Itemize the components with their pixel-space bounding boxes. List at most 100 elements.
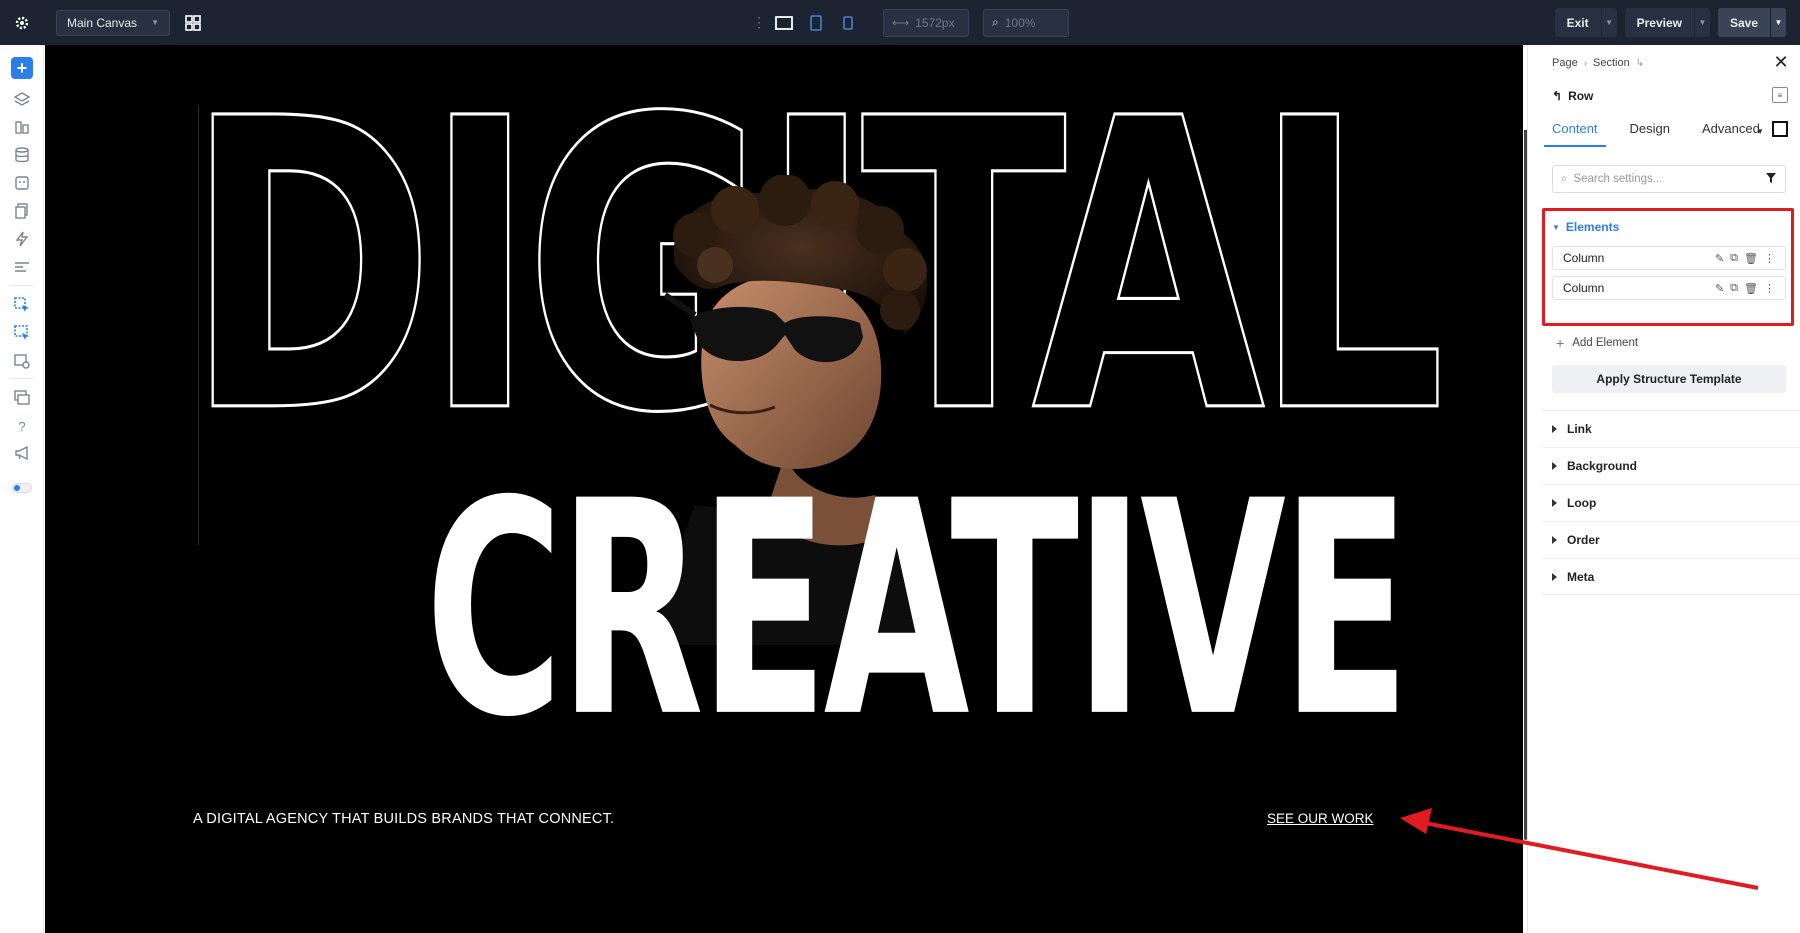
- canvas-select-label: Main Canvas: [67, 15, 138, 30]
- database-icon[interactable]: [11, 144, 33, 166]
- section-label: Background: [1567, 459, 1638, 473]
- zoom-field[interactable]: ⌕ 100%: [983, 8, 1069, 37]
- zoom-icon: ⌕: [992, 15, 999, 29]
- duplicate-icon[interactable]: ⧉: [1730, 282, 1738, 295]
- settings-toggle-icon[interactable]: ≡: [1772, 87, 1788, 103]
- select-element-icon[interactable]: [11, 294, 33, 316]
- menu-icon[interactable]: [11, 256, 33, 278]
- add-element-button[interactable]: + Add Element: [1556, 335, 1638, 351]
- plus-icon: +: [1556, 335, 1565, 351]
- preview-label: Preview: [1636, 15, 1682, 30]
- gear-icon[interactable]: [0, 0, 44, 45]
- help-icon[interactable]: ?: [11, 415, 33, 437]
- list-item[interactable]: Column ✎ ⧉ 🗑 ⋮: [1552, 246, 1786, 270]
- breadcrumb: Page › Section ↳: [1552, 57, 1644, 69]
- grid-view-icon[interactable]: [182, 12, 204, 34]
- tab-design[interactable]: Design: [1622, 121, 1678, 145]
- headline-creative[interactable]: CREATIVE: [425, 462, 1410, 757]
- column-label: Column: [1563, 251, 1605, 265]
- caret-right-icon: [1552, 536, 1557, 544]
- chevron-down-icon[interactable]: ▼: [1693, 8, 1710, 37]
- tab-content[interactable]: Content: [1544, 121, 1606, 147]
- more-icon[interactable]: ⋮: [1764, 282, 1775, 295]
- windows-icon[interactable]: [11, 387, 33, 409]
- section-label: Order: [1567, 533, 1600, 547]
- left-sidebar: + ?: [0, 45, 44, 933]
- section-label: Link: [1567, 422, 1592, 436]
- divider: [10, 285, 34, 286]
- panel-tabs: Content Design Advanced ▼: [1544, 121, 1788, 151]
- select-multiple-icon[interactable]: [11, 322, 33, 344]
- mobile-icon[interactable]: [837, 12, 859, 34]
- column-label: Column: [1563, 281, 1605, 295]
- save-button[interactable]: Save ▼: [1717, 8, 1786, 37]
- edit-icon[interactable]: ✎: [1715, 252, 1724, 265]
- chevron-down-icon[interactable]: ▼: [1770, 8, 1786, 37]
- caret-right-icon: [1552, 425, 1557, 433]
- settings-panel: Page › Section ↳ ✕ ↰ Row ≡ Content Design…: [1527, 45, 1800, 933]
- zoom-value: 100%: [1004, 15, 1036, 30]
- desktop-icon[interactable]: [773, 12, 795, 34]
- width-icon: ⟷: [892, 15, 910, 30]
- close-icon[interactable]: ✕: [1772, 53, 1790, 71]
- search-icon: ⌕: [1561, 172, 1568, 185]
- edit-icon[interactable]: ✎: [1715, 282, 1724, 295]
- layers-icon[interactable]: [11, 88, 33, 110]
- add-icon[interactable]: +: [11, 57, 33, 79]
- filter-icon[interactable]: [1765, 172, 1777, 187]
- caret-right-icon: [1552, 572, 1557, 581]
- section-loop[interactable]: Loop: [1542, 484, 1800, 521]
- section-link[interactable]: Link: [1542, 410, 1800, 447]
- element-title-text: Row: [1568, 89, 1594, 103]
- trash-icon[interactable]: 🗑: [1744, 252, 1758, 265]
- pages-icon[interactable]: [11, 200, 33, 222]
- breadcrumb-page[interactable]: Page: [1552, 57, 1578, 69]
- list-item[interactable]: Column ✎ ⧉ 🗑 ⋮: [1552, 276, 1786, 300]
- back-arrow-icon[interactable]: ↰: [1552, 89, 1562, 103]
- element-title: ↰ Row: [1552, 89, 1593, 103]
- elements-heading-text: Elements: [1565, 220, 1620, 234]
- divider: [10, 378, 34, 379]
- drag-handle-icon[interactable]: ⋮: [752, 12, 766, 34]
- tagline-text[interactable]: A DIGITAL AGENCY THAT BUILDS BRANDS THAT…: [193, 811, 614, 827]
- top-toolbar: Main Canvas ▼ ⋮ ⟷ 1572px ⌕ 100% Exit ▼ P…: [0, 0, 1800, 45]
- return-arrow-icon: ↳: [1635, 57, 1645, 69]
- section-background[interactable]: Background: [1542, 447, 1800, 484]
- chevron-down-icon: ▼: [151, 18, 159, 27]
- breadcrumb-section[interactable]: Section: [1593, 57, 1630, 69]
- chevron-down-icon: ▼: [1552, 222, 1560, 232]
- canvas-width-field[interactable]: ⟷ 1572px: [883, 8, 969, 37]
- exit-label: Exit: [1566, 15, 1589, 30]
- section-label: Loop: [1567, 496, 1597, 510]
- template-settings-icon[interactable]: [11, 350, 33, 372]
- section-order[interactable]: Order: [1542, 521, 1800, 558]
- more-icon[interactable]: ⋮: [1764, 252, 1775, 265]
- megaphone-icon[interactable]: [11, 442, 33, 464]
- trash-icon[interactable]: 🗑: [1744, 282, 1758, 295]
- search-settings-input[interactable]: ⌕ Search settings...: [1552, 165, 1786, 193]
- duplicate-icon[interactable]: ⧉: [1730, 252, 1738, 265]
- lightning-icon[interactable]: [11, 228, 33, 250]
- theme-toggle-icon[interactable]: [11, 477, 33, 499]
- save-label: Save: [1729, 15, 1758, 30]
- library-icon[interactable]: [11, 116, 33, 138]
- device-tools: ⋮ ⟷ 1572px ⌕ 100%: [752, 8, 1069, 37]
- canvas-stage[interactable]: DIGITAL CREATIVE A DIGITAL AGENCY THAT B…: [45, 45, 1523, 933]
- action-buttons: Exit ▼ Preview ▼ Save ▼: [1554, 8, 1786, 37]
- search-placeholder: Search settings...: [1573, 173, 1663, 185]
- section-meta[interactable]: Meta: [1542, 558, 1800, 595]
- apply-structure-template-button[interactable]: Apply Structure Template: [1552, 365, 1786, 393]
- elements-heading[interactable]: ▼ Elements: [1552, 220, 1619, 234]
- see-our-work-link[interactable]: SEE OUR WORK: [1267, 811, 1374, 826]
- canvas-select[interactable]: Main Canvas ▼: [56, 9, 170, 36]
- state-box-icon[interactable]: [1772, 121, 1788, 142]
- caret-right-icon: [1552, 499, 1557, 507]
- chevron-right-icon: ›: [1583, 57, 1588, 69]
- caret-right-icon: [1552, 462, 1557, 470]
- exit-button[interactable]: Exit ▼: [1554, 8, 1617, 37]
- preview-button[interactable]: Preview ▼: [1624, 8, 1710, 37]
- components-icon[interactable]: [11, 172, 33, 194]
- chevron-down-icon[interactable]: ▼: [1756, 127, 1764, 136]
- chevron-down-icon[interactable]: ▼: [1600, 8, 1617, 37]
- tablet-icon[interactable]: [805, 12, 827, 34]
